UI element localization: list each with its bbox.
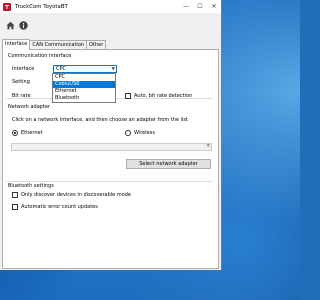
title-bar: TruckCom ToyotaBT — ☐ ✕ [0,0,221,13]
dropdown-option-bluetooth[interactable]: Bluetooth [53,95,115,102]
auto-error-checkbox[interactable] [12,204,18,210]
wireless-radio[interactable] [125,130,131,136]
window-title: TruckCom ToyotaBT [15,3,68,10]
interface-label: Interface [12,66,35,72]
home-icon[interactable] [6,21,15,30]
tab-strip: Interface CAN Communication Other [2,39,107,50]
setting-label: Setting [12,79,30,85]
bluetooth-settings-group: Bluetooth settings Only discover devices… [6,182,213,212]
maximize-button[interactable]: ☐ [193,0,207,13]
ethernet-radio[interactable] [12,130,18,136]
interface-select-value: CPC [56,66,66,72]
discoverable-checkbox[interactable] [12,192,18,198]
auto-bitrate-checkbox[interactable] [125,93,131,99]
select-network-adapter-button[interactable]: Select network adapter [126,159,211,169]
group-label: Bluetooth settings [8,183,54,189]
group-label: Network adapter [8,104,51,110]
chevron-down-icon: ▼ [111,67,115,72]
dropdown-option-cpc[interactable]: CPC [53,74,115,81]
network-instructions: Click on a network interface, and then c… [12,117,188,123]
tab-interface[interactable]: Interface [2,39,31,50]
dropdown-option-coblu-usb[interactable]: CobluUSB [53,81,115,88]
network-adapter-select[interactable]: ▼ [11,143,212,151]
minimize-button[interactable]: — [179,0,193,13]
info-icon[interactable] [19,21,28,30]
interface-select[interactable]: CPC ▼ [53,65,117,73]
discoverable-label: Only discover devices in discoverable mo… [21,192,132,198]
network-adapter-group: Network adapter Click on a network inter… [6,103,213,182]
ethernet-label: Ethernet [21,130,43,136]
bit-rate-label: Bit rate [12,93,31,99]
close-button[interactable]: ✕ [207,0,221,13]
app-logo-icon [3,2,11,11]
wireless-label: Wireless [134,130,155,136]
dropdown-option-ethernet[interactable]: Ethernet [53,88,115,95]
auto-error-label: Automatic error count updates [21,204,98,210]
chevron-down-icon: ▼ [206,144,210,149]
group-label: Communication interface [8,53,72,59]
interface-dropdown-list: CPC CobluUSB Ethernet Bluetooth [52,73,116,103]
auto-bitrate-label: Auto. bit rate detection [134,93,193,99]
toolbar [0,13,221,39]
app-window: TruckCom ToyotaBT — ☐ ✕ Interface CAN Co… [0,0,222,270]
